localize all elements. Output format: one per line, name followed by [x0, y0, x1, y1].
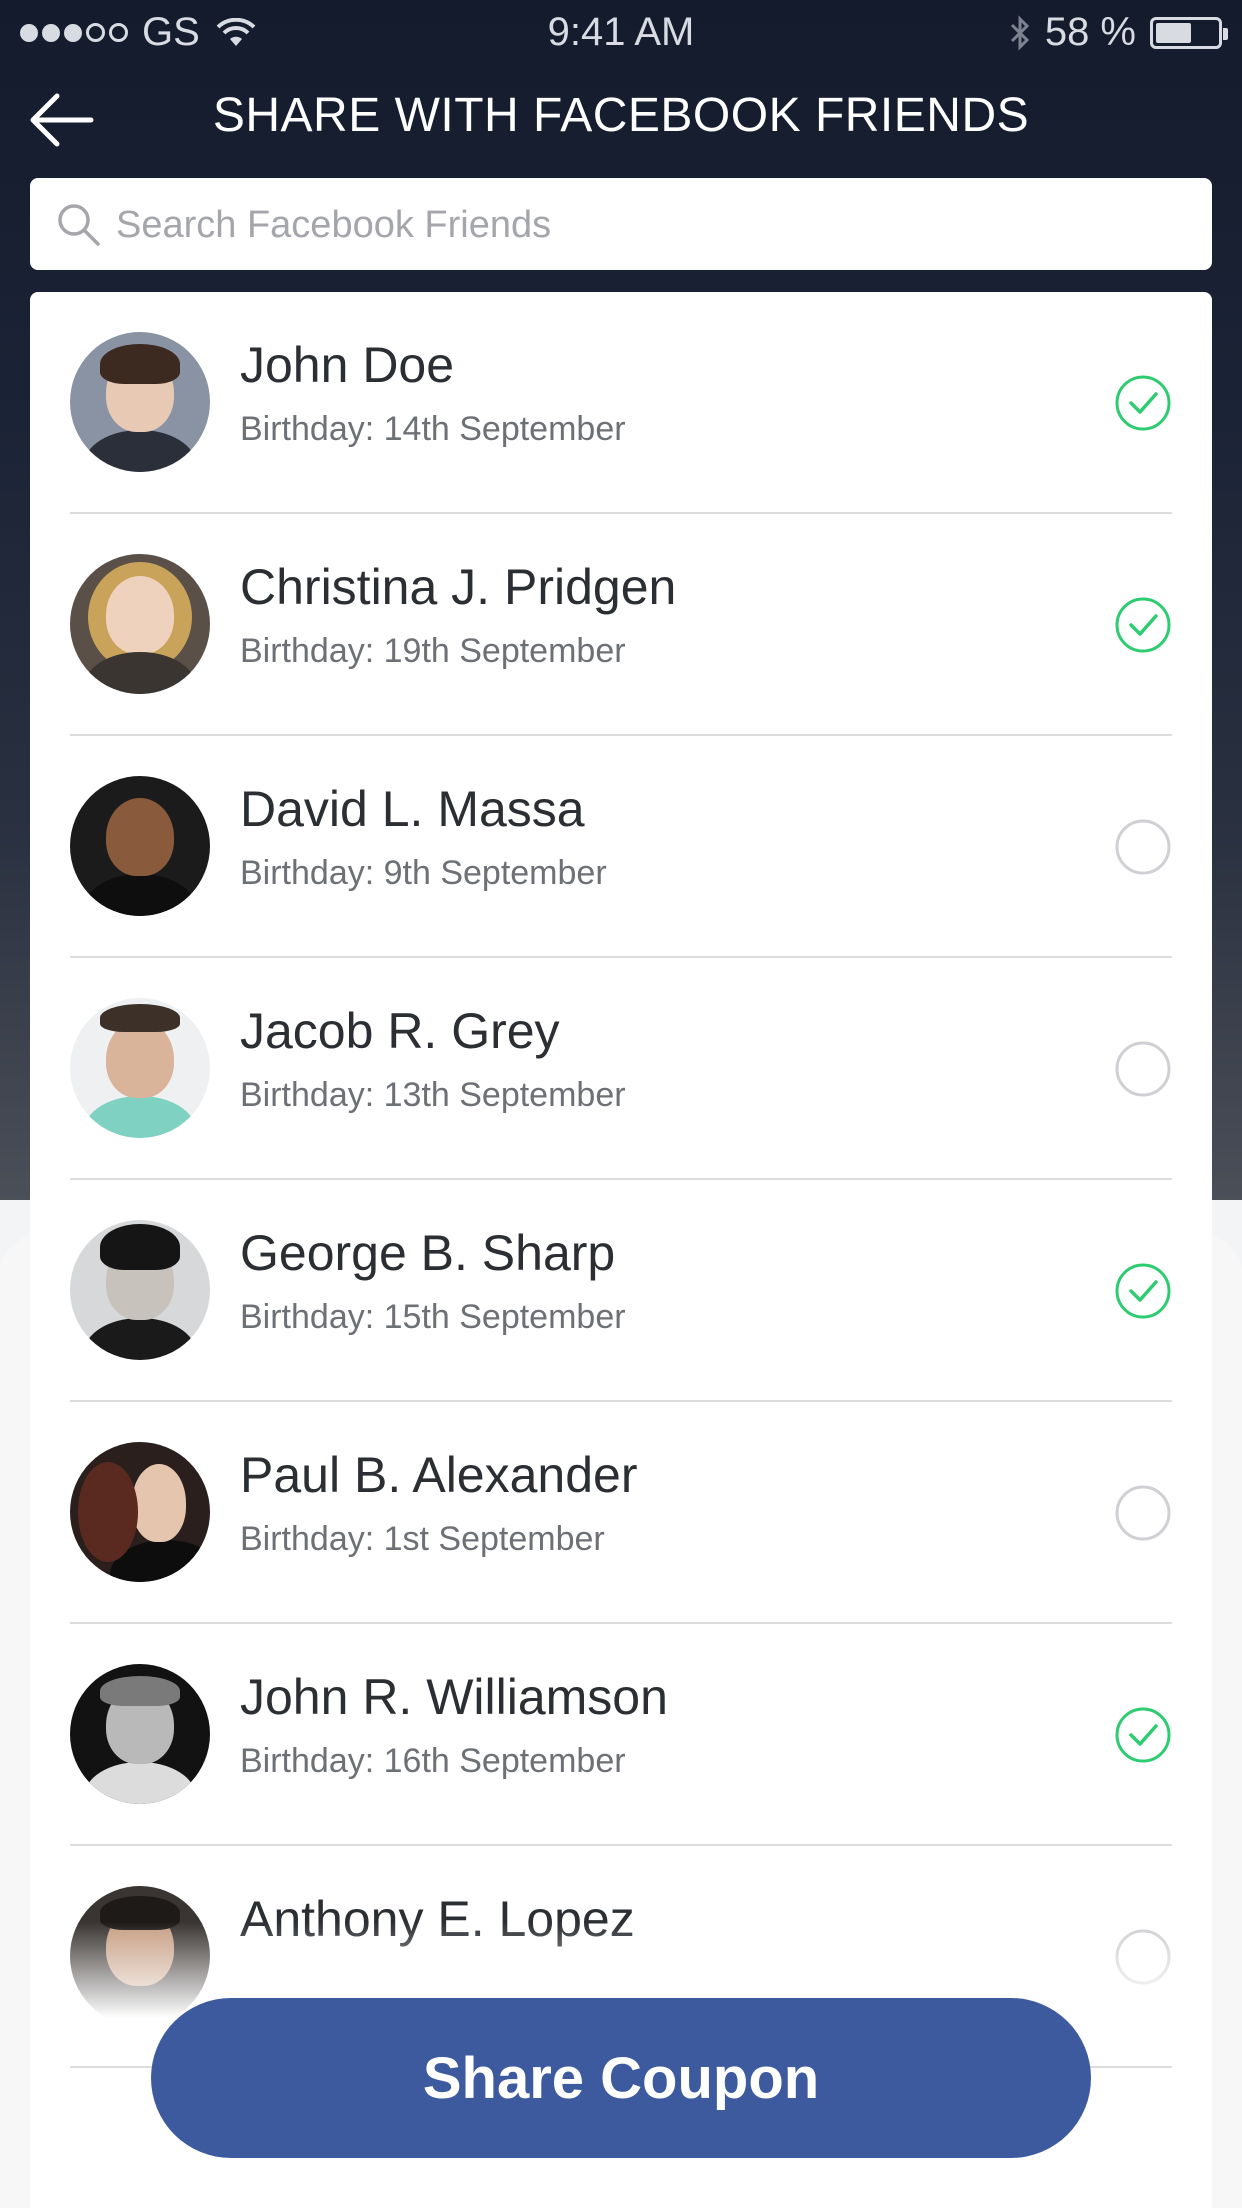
friend-name: Paul B. Alexander — [240, 1447, 638, 1503]
search-input[interactable] — [114, 178, 1178, 272]
checkmark-icon[interactable] — [1114, 374, 1172, 432]
search-bar — [30, 178, 1212, 272]
battery-fill — [1156, 22, 1191, 43]
avatar — [70, 1442, 210, 1582]
list-item[interactable]: John R. Williamson Birthday: 16th Septem… — [70, 1624, 1172, 1846]
status-right: 58 % — [1009, 10, 1228, 55]
friend-name: John Doe — [240, 337, 455, 393]
avatar — [70, 776, 210, 916]
list-item[interactable]: Paul B. Alexander Birthday: 1st Septembe… — [70, 1402, 1172, 1624]
friend-birthday: Birthday: 14th September — [240, 410, 626, 448]
share-coupon-label: Share Coupon — [422, 2045, 820, 2111]
bluetooth-icon — [1010, 14, 1029, 51]
friend-birthday: Birthday: 19th September — [240, 632, 626, 670]
battery-percent: 58 % — [1044, 10, 1136, 54]
avatar — [70, 554, 210, 694]
unchecked-circle-icon[interactable] — [1114, 1040, 1172, 1098]
avatar — [70, 1664, 210, 1804]
share-coupon-button[interactable]: Share Coupon — [151, 1998, 1091, 2158]
friend-birthday: Birthday: 1st September — [240, 1520, 605, 1558]
search-icon — [58, 204, 100, 246]
checkmark-icon[interactable] — [1114, 1706, 1172, 1764]
list-item[interactable]: Christina J. Pridgen Birthday: 19th Sept… — [70, 514, 1172, 736]
friend-birthday: Birthday: 13th September — [240, 1076, 626, 1114]
battery-icon — [1150, 16, 1228, 49]
friend-name: Jacob R. Grey — [240, 1003, 560, 1059]
friend-name: John R. Williamson — [240, 1669, 668, 1725]
friend-list: John Doe Birthday: 14th September Christ… — [70, 292, 1172, 2068]
friend-name: David L. Massa — [240, 781, 585, 837]
friend-birthday: Birthday: 16th September — [240, 1742, 626, 1780]
avatar — [70, 332, 210, 472]
list-item[interactable]: John Doe Birthday: 14th September — [70, 292, 1172, 514]
list-item[interactable]: Jacob R. Grey Birthday: 13th September — [70, 958, 1172, 1180]
list-item[interactable]: David L. Massa Birthday: 9th September — [70, 736, 1172, 958]
friend-name: Christina J. Pridgen — [240, 559, 677, 615]
checkmark-icon[interactable] — [1114, 596, 1172, 654]
page-title: SHARE WITH FACEBOOK FRIENDS — [212, 89, 1030, 142]
avatar — [70, 998, 210, 1138]
unchecked-circle-icon[interactable] — [1114, 1484, 1172, 1542]
friend-birthday: Birthday: 15th September — [240, 1298, 626, 1336]
checkmark-icon[interactable] — [1114, 1262, 1172, 1320]
friend-name: George B. Sharp — [240, 1225, 616, 1281]
status-bar: GS 9:41 AM 58 % — [0, 0, 1242, 68]
unchecked-circle-icon[interactable] — [1114, 818, 1172, 876]
header: SHARE WITH FACEBOOK FRIENDS — [0, 70, 1242, 170]
avatar — [70, 1220, 210, 1360]
friends-card: John Doe Birthday: 14th September Christ… — [30, 292, 1212, 2208]
list-item[interactable]: George B. Sharp Birthday: 15th September — [70, 1180, 1172, 1402]
friend-birthday: Birthday: 9th September — [240, 854, 607, 892]
